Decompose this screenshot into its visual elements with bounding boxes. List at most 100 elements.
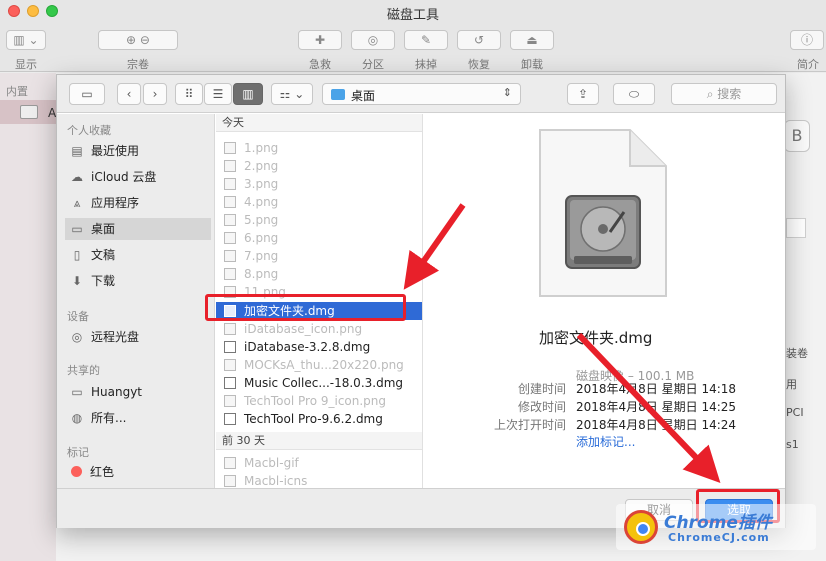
favorites-heading: 个人收藏 bbox=[67, 124, 111, 137]
modified-label: 修改时间 bbox=[517, 400, 566, 414]
icon-view-button[interactable]: ⠿ bbox=[175, 83, 203, 105]
image-file-icon bbox=[224, 359, 236, 371]
erase-icon: ✎ bbox=[420, 33, 432, 47]
sidebar-item-label: 红色 bbox=[90, 465, 115, 479]
title-bar: 磁盘工具 bbox=[0, 0, 826, 24]
tag-button[interactable]: ⬭ bbox=[613, 83, 655, 105]
selected-file-highlight bbox=[205, 294, 406, 321]
sidebar-item-desktop[interactable]: ▭ 桌面 bbox=[65, 218, 211, 240]
restore-button[interactable]: ↺ bbox=[457, 30, 501, 50]
peek-text-2: 用 bbox=[786, 378, 797, 391]
folder-file-icon bbox=[224, 475, 236, 487]
file-row[interactable]: iDatabase-3.2.8.dmg bbox=[216, 338, 422, 356]
panel-sidebar-toggle-button[interactable]: ▭ bbox=[69, 83, 105, 105]
first-aid-icon: ✚ bbox=[314, 33, 326, 47]
sidebar-item-label: 桌面 bbox=[91, 222, 116, 236]
chevron-left-icon: ‹ bbox=[126, 87, 132, 101]
file-row[interactable]: Music Collec...-18.0.3.dmg bbox=[216, 374, 422, 392]
search-field[interactable]: ⌕ 搜索 bbox=[671, 83, 777, 105]
image-file-icon bbox=[224, 232, 236, 244]
documents-icon: ▯ bbox=[73, 248, 81, 262]
location-popup[interactable]: 桌面 ⇕ bbox=[322, 83, 521, 105]
file-row[interactable]: 4.png bbox=[216, 193, 422, 211]
recents-icon: ▤ bbox=[71, 144, 83, 158]
file-row[interactable]: 7.png bbox=[216, 247, 422, 265]
image-file-icon bbox=[224, 214, 236, 226]
sidebar-toggle-button[interactable]: ▥ ⌄ bbox=[6, 30, 46, 50]
preview-file-name: 加密文件夹.dmg bbox=[539, 329, 653, 347]
toolbar-label-restore: 恢复 bbox=[468, 58, 490, 71]
app-sidebar bbox=[0, 73, 56, 561]
folder-file-icon bbox=[224, 457, 236, 469]
file-row[interactable]: 6.png bbox=[216, 229, 422, 247]
search-placeholder: 搜索 bbox=[717, 87, 742, 101]
file-row[interactable]: Macbl-gif bbox=[216, 454, 422, 472]
forward-button[interactable]: › bbox=[143, 83, 167, 105]
sidebar-item-tag-red[interactable]: 红色 bbox=[65, 461, 211, 483]
volume-button[interactable]: ⊕ ⊖ bbox=[98, 30, 178, 50]
group-button[interactable]: ⚏ ⌄ bbox=[271, 83, 313, 105]
today-heading: 今天 bbox=[216, 114, 422, 132]
share-button[interactable]: ⇪ bbox=[567, 83, 599, 105]
file-row[interactable]: 5.png bbox=[216, 211, 422, 229]
sidebar-item-recents[interactable]: ▤ 最近使用 bbox=[65, 140, 211, 162]
panel-sidebar: 个人收藏 ▤ 最近使用 ☁ iCloud 云盘 ⩓ 应用程序 ▭ 桌面 ▯ 文稿 ⬇ 下载 … bbox=[57, 114, 215, 488]
list-view-button[interactable]: ☰ bbox=[204, 83, 232, 105]
red-tag-icon bbox=[71, 466, 82, 477]
tag-icon: ⬭ bbox=[628, 87, 640, 101]
file-row[interactable]: 8.png bbox=[216, 265, 422, 283]
created-value: 2018年4月8日 星期日 14:18 bbox=[576, 382, 737, 396]
toolbar-label-info: 简介 bbox=[797, 58, 819, 71]
first-aid-button[interactable]: ✚ bbox=[298, 30, 342, 50]
peek-field bbox=[786, 218, 806, 238]
created-label: 创建时间 bbox=[517, 382, 566, 396]
image-file-icon bbox=[224, 142, 236, 154]
cloud-icon: ☁ bbox=[71, 170, 83, 184]
desktop-icon: ▭ bbox=[71, 222, 83, 236]
toolbar-label-partition: 分区 bbox=[362, 58, 384, 71]
peek-text-4: s1 bbox=[786, 438, 799, 451]
partition-button[interactable]: ◎ bbox=[351, 30, 395, 50]
computer-icon: ▭ bbox=[71, 385, 83, 399]
file-row[interactable]: 2.png bbox=[216, 157, 422, 175]
network-icon: ◍ bbox=[71, 411, 83, 425]
file-row[interactable]: MOCKsA_thu...20x220.png bbox=[216, 356, 422, 374]
file-row[interactable]: TechTool Pro-9.6.2.dmg bbox=[216, 410, 422, 428]
internal-disk-icon bbox=[20, 105, 38, 119]
file-row[interactable]: 1.png bbox=[216, 139, 422, 157]
sidebar-toggle-icon: ▥ ⌄ bbox=[13, 33, 39, 47]
add-tags-link[interactable]: 添加标记... bbox=[576, 433, 635, 450]
back-button[interactable]: ‹ bbox=[117, 83, 141, 105]
grid-icon: ⠿ bbox=[184, 87, 194, 101]
eject-button[interactable]: ⏏ bbox=[510, 30, 554, 50]
info-icon: ⓘ bbox=[800, 33, 813, 47]
sidebar-item-applications[interactable]: ⩓ 应用程序 bbox=[65, 192, 211, 214]
column-view-button[interactable]: ▥ bbox=[233, 83, 263, 105]
sidebar-item-remote-disc[interactable]: ◎ 远程光盘 bbox=[65, 326, 211, 348]
peek-text-3: PCI bbox=[786, 406, 804, 419]
sidebar-item-label: iCloud 云盘 bbox=[91, 170, 157, 184]
sidebar-item-huangyt[interactable]: ▭ Huangyt bbox=[65, 381, 211, 403]
restore-icon: ↺ bbox=[473, 33, 485, 47]
sidebar-item-all[interactable]: ◍ 所有... bbox=[65, 407, 211, 429]
image-file-icon bbox=[224, 178, 236, 190]
app-title: 磁盘工具 bbox=[386, 8, 439, 23]
info-button[interactable]: ⓘ bbox=[790, 30, 824, 50]
list-icon: ☰ bbox=[212, 87, 224, 101]
disk-image-preview-icon bbox=[539, 129, 667, 297]
sidebar-item-documents[interactable]: ▯ 文稿 bbox=[65, 244, 211, 266]
sidebar-item-icloud[interactable]: ☁ iCloud 云盘 bbox=[65, 166, 211, 188]
image-file-icon bbox=[224, 160, 236, 172]
erase-button[interactable]: ✎ bbox=[404, 30, 448, 50]
watermark-title: Chrome插件 bbox=[664, 513, 772, 533]
disk-image-icon bbox=[224, 377, 236, 389]
disk-image-icon bbox=[224, 413, 236, 425]
file-row[interactable]: 3.png bbox=[216, 175, 422, 193]
file-row[interactable]: iDatabase_icon.png bbox=[216, 320, 422, 338]
tags-heading: 标记 bbox=[67, 446, 89, 459]
capacity-peek: B bbox=[784, 120, 810, 152]
volume-icon: ⊕ ⊖ bbox=[126, 33, 150, 47]
sidebar-item-downloads[interactable]: ⬇ 下载 bbox=[65, 270, 211, 292]
file-row[interactable]: TechTool Pro 9_icon.png bbox=[216, 392, 422, 410]
sidebar-item-label: 下载 bbox=[91, 274, 116, 288]
